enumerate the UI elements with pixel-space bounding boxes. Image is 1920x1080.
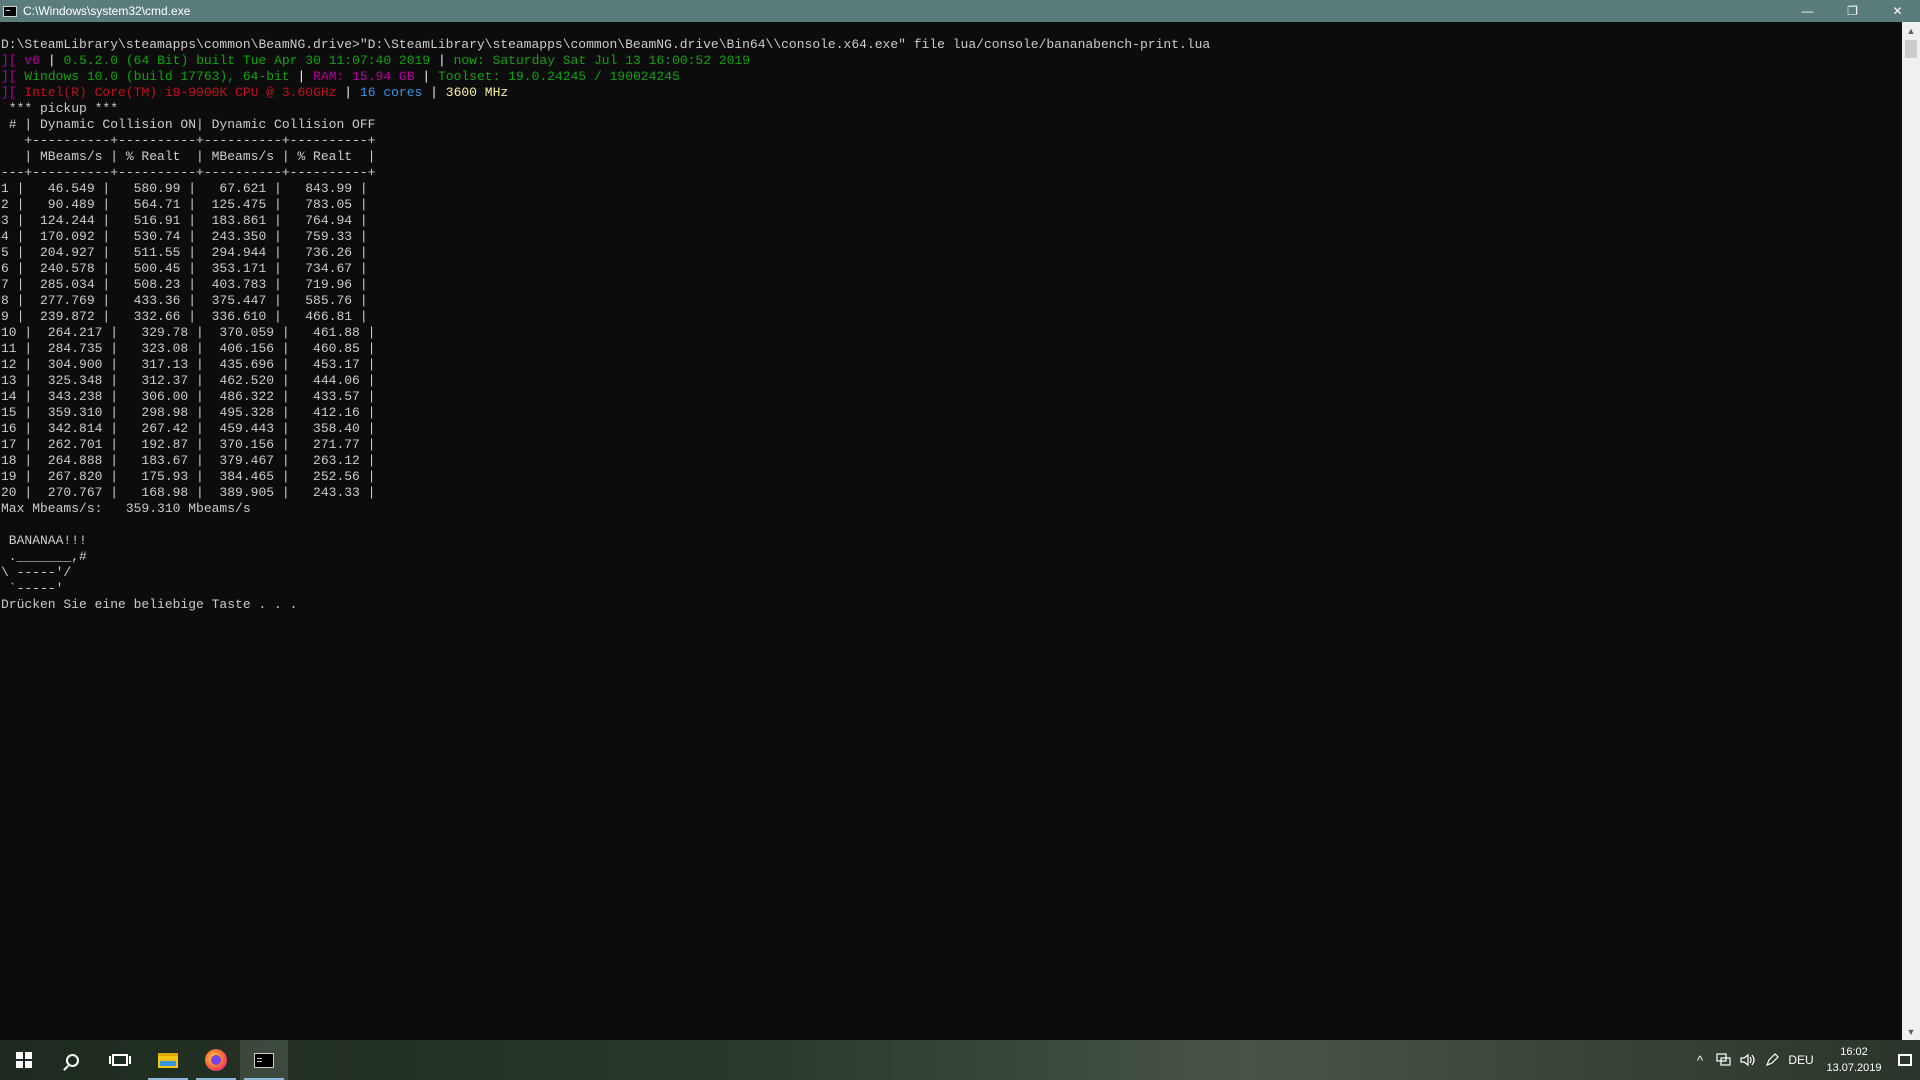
max-mbeams-line: Max Mbeams/s: 359.310 Mbeams/s bbox=[1, 501, 251, 516]
separator: | bbox=[47, 53, 56, 68]
clock-date: 13.07.2019 bbox=[1826, 1062, 1882, 1074]
input-language[interactable]: DEU bbox=[1784, 1053, 1818, 1067]
firefox-icon bbox=[205, 1049, 227, 1071]
prefix: ][ bbox=[1, 85, 17, 100]
table-row: 1 | 46.549 | 580.99 | 67.621 | 843.99 | bbox=[1, 181, 368, 196]
press-any-key-prompt: Drücken Sie eine beliebige Taste . . . bbox=[1, 597, 298, 612]
cores-info: 16 cores bbox=[359, 85, 423, 100]
table-row: 20 | 270.767 | 168.98 | 389.905 | 243.33… bbox=[1, 485, 376, 500]
scroll-up-icon[interactable]: ▲ bbox=[1902, 22, 1920, 39]
banana-art-line: BANANAA!!! bbox=[1, 533, 87, 548]
cmd-taskbar-button[interactable] bbox=[240, 1040, 288, 1080]
task-view-icon bbox=[109, 1054, 131, 1066]
minimize-button[interactable]: — bbox=[1785, 0, 1830, 22]
table-row: 13 | 325.348 | 312.37 | 462.520 | 444.06… bbox=[1, 373, 376, 388]
table-header-2: | MBeams/s | % Realt | MBeams/s | % Real… bbox=[1, 149, 376, 164]
mhz-info: 3600 MHz bbox=[445, 85, 509, 100]
cpu-info: Intel(R) Core(TM) i9-9900K CPU @ 3.60GHz bbox=[24, 85, 337, 100]
separator: | bbox=[430, 85, 438, 100]
title-bar[interactable]: C:\Windows\system32\cmd.exe — ❐ ✕ bbox=[0, 0, 1920, 22]
separator: | bbox=[437, 53, 446, 68]
window-title: C:\Windows\system32\cmd.exe bbox=[23, 4, 191, 18]
close-button[interactable]: ✕ bbox=[1875, 0, 1920, 22]
table-row: 16 | 342.814 | 267.42 | 459.443 | 358.40… bbox=[1, 421, 376, 436]
table-row: 3 | 124.244 | 516.91 | 183.861 | 764.94 … bbox=[1, 213, 368, 228]
clock-time: 16:02 bbox=[1840, 1046, 1868, 1058]
banana-art-line: `-----' bbox=[1, 581, 64, 596]
section-title: *** pickup *** bbox=[1, 101, 119, 116]
separator: | bbox=[422, 69, 431, 84]
table-row: 18 | 264.888 | 183.67 | 379.467 | 263.12… bbox=[1, 453, 376, 468]
network-icon[interactable] bbox=[1712, 1040, 1736, 1080]
window-controls: — ❐ ✕ bbox=[1785, 0, 1920, 22]
table-row: 12 | 304.900 | 317.13 | 435.696 | 453.17… bbox=[1, 357, 376, 372]
scroll-thumb[interactable] bbox=[1905, 40, 1917, 58]
now-info: now: Saturday Sat Jul 13 16:00:52 2019 bbox=[453, 53, 751, 68]
search-button[interactable] bbox=[48, 1040, 96, 1080]
toolset-info: Toolset: 19.0.24245 / 190024245 bbox=[437, 69, 680, 84]
table-row: 5 | 204.927 | 511.55 | 294.944 | 736.26 … bbox=[1, 245, 368, 260]
volume-icon[interactable] bbox=[1736, 1040, 1760, 1080]
prefix: ][ bbox=[1, 69, 17, 84]
table-row: 2 | 90.489 | 564.71 | 125.475 | 783.05 | bbox=[1, 197, 368, 212]
windows-logo-icon bbox=[16, 1052, 32, 1068]
table-header-1: # | Dynamic Collision ON| Dynamic Collis… bbox=[1, 117, 376, 132]
table-divider: +----------+----------+----------+------… bbox=[1, 133, 376, 148]
system-tray: ^ DEU 16:02 13.07.2019 bbox=[1688, 1040, 1920, 1080]
table-row: 14 | 343.238 | 306.00 | 486.322 | 433.57… bbox=[1, 389, 376, 404]
vertical-scrollbar[interactable]: ▲ ▼ bbox=[1902, 22, 1920, 1040]
table-row: 4 | 170.092 | 530.74 | 243.350 | 759.33 … bbox=[1, 229, 368, 244]
cmd-icon bbox=[254, 1052, 274, 1068]
separator: | bbox=[344, 85, 353, 100]
ram-info: RAM: 15.94 GB bbox=[313, 69, 415, 84]
os-info: Windows 10.0 (build 17763), 64-bit bbox=[24, 69, 290, 84]
prefix: ][ bbox=[1, 53, 17, 68]
version: v6 bbox=[24, 53, 41, 68]
cmd-app-icon[interactable] bbox=[3, 5, 17, 17]
table-row: 7 | 285.034 | 508.23 | 403.783 | 719.96 … bbox=[1, 277, 368, 292]
build-info: 0.5.2.0 (64 Bit) built Tue Apr 30 11:07:… bbox=[63, 53, 431, 68]
clock[interactable]: 16:02 13.07.2019 bbox=[1818, 1044, 1890, 1076]
folder-icon bbox=[158, 1052, 178, 1068]
table-row: 17 | 262.701 | 192.87 | 370.156 | 271.77… bbox=[1, 437, 376, 452]
file-explorer-button[interactable] bbox=[144, 1040, 192, 1080]
console-text: D:\SteamLibrary\steamapps\common\BeamNG.… bbox=[0, 22, 1902, 613]
restore-button[interactable]: ❐ bbox=[1830, 0, 1875, 22]
table-row: 6 | 240.578 | 500.45 | 353.171 | 734.67 … bbox=[1, 261, 368, 276]
action-center-button[interactable] bbox=[1890, 1040, 1920, 1080]
show-hidden-icons-chevron-icon[interactable]: ^ bbox=[1688, 1040, 1712, 1080]
table-row: 10 | 264.217 | 329.78 | 370.059 | 461.88… bbox=[1, 325, 376, 340]
separator: | bbox=[297, 69, 306, 84]
banana-art-line: \ -----'/ bbox=[1, 565, 72, 580]
notification-icon bbox=[1898, 1054, 1912, 1066]
pen-ink-icon[interactable] bbox=[1760, 1040, 1784, 1080]
banana-art-line: ._______,# bbox=[1, 549, 87, 564]
start-button[interactable] bbox=[0, 1040, 48, 1080]
console-output[interactable]: D:\SteamLibrary\steamapps\common\BeamNG.… bbox=[0, 22, 1902, 1040]
search-icon bbox=[65, 1053, 79, 1067]
task-view-button[interactable] bbox=[96, 1040, 144, 1080]
scroll-down-icon[interactable]: ▼ bbox=[1902, 1023, 1920, 1040]
table-row: 11 | 284.735 | 323.08 | 406.156 | 460.85… bbox=[1, 341, 376, 356]
table-row: 19 | 267.820 | 175.93 | 384.465 | 252.56… bbox=[1, 469, 376, 484]
taskbar: ^ DEU 16:02 13.07.2019 bbox=[0, 1040, 1920, 1080]
table-divider: ---+----------+----------+----------+---… bbox=[1, 165, 376, 180]
table-row: 9 | 239.872 | 332.66 | 336.610 | 466.81 … bbox=[1, 309, 368, 324]
command-line: D:\SteamLibrary\steamapps\common\BeamNG.… bbox=[1, 37, 1211, 52]
table-row: 15 | 359.310 | 298.98 | 495.328 | 412.16… bbox=[1, 405, 376, 420]
table-row: 8 | 277.769 | 433.36 | 375.447 | 585.76 … bbox=[1, 293, 368, 308]
firefox-button[interactable] bbox=[192, 1040, 240, 1080]
